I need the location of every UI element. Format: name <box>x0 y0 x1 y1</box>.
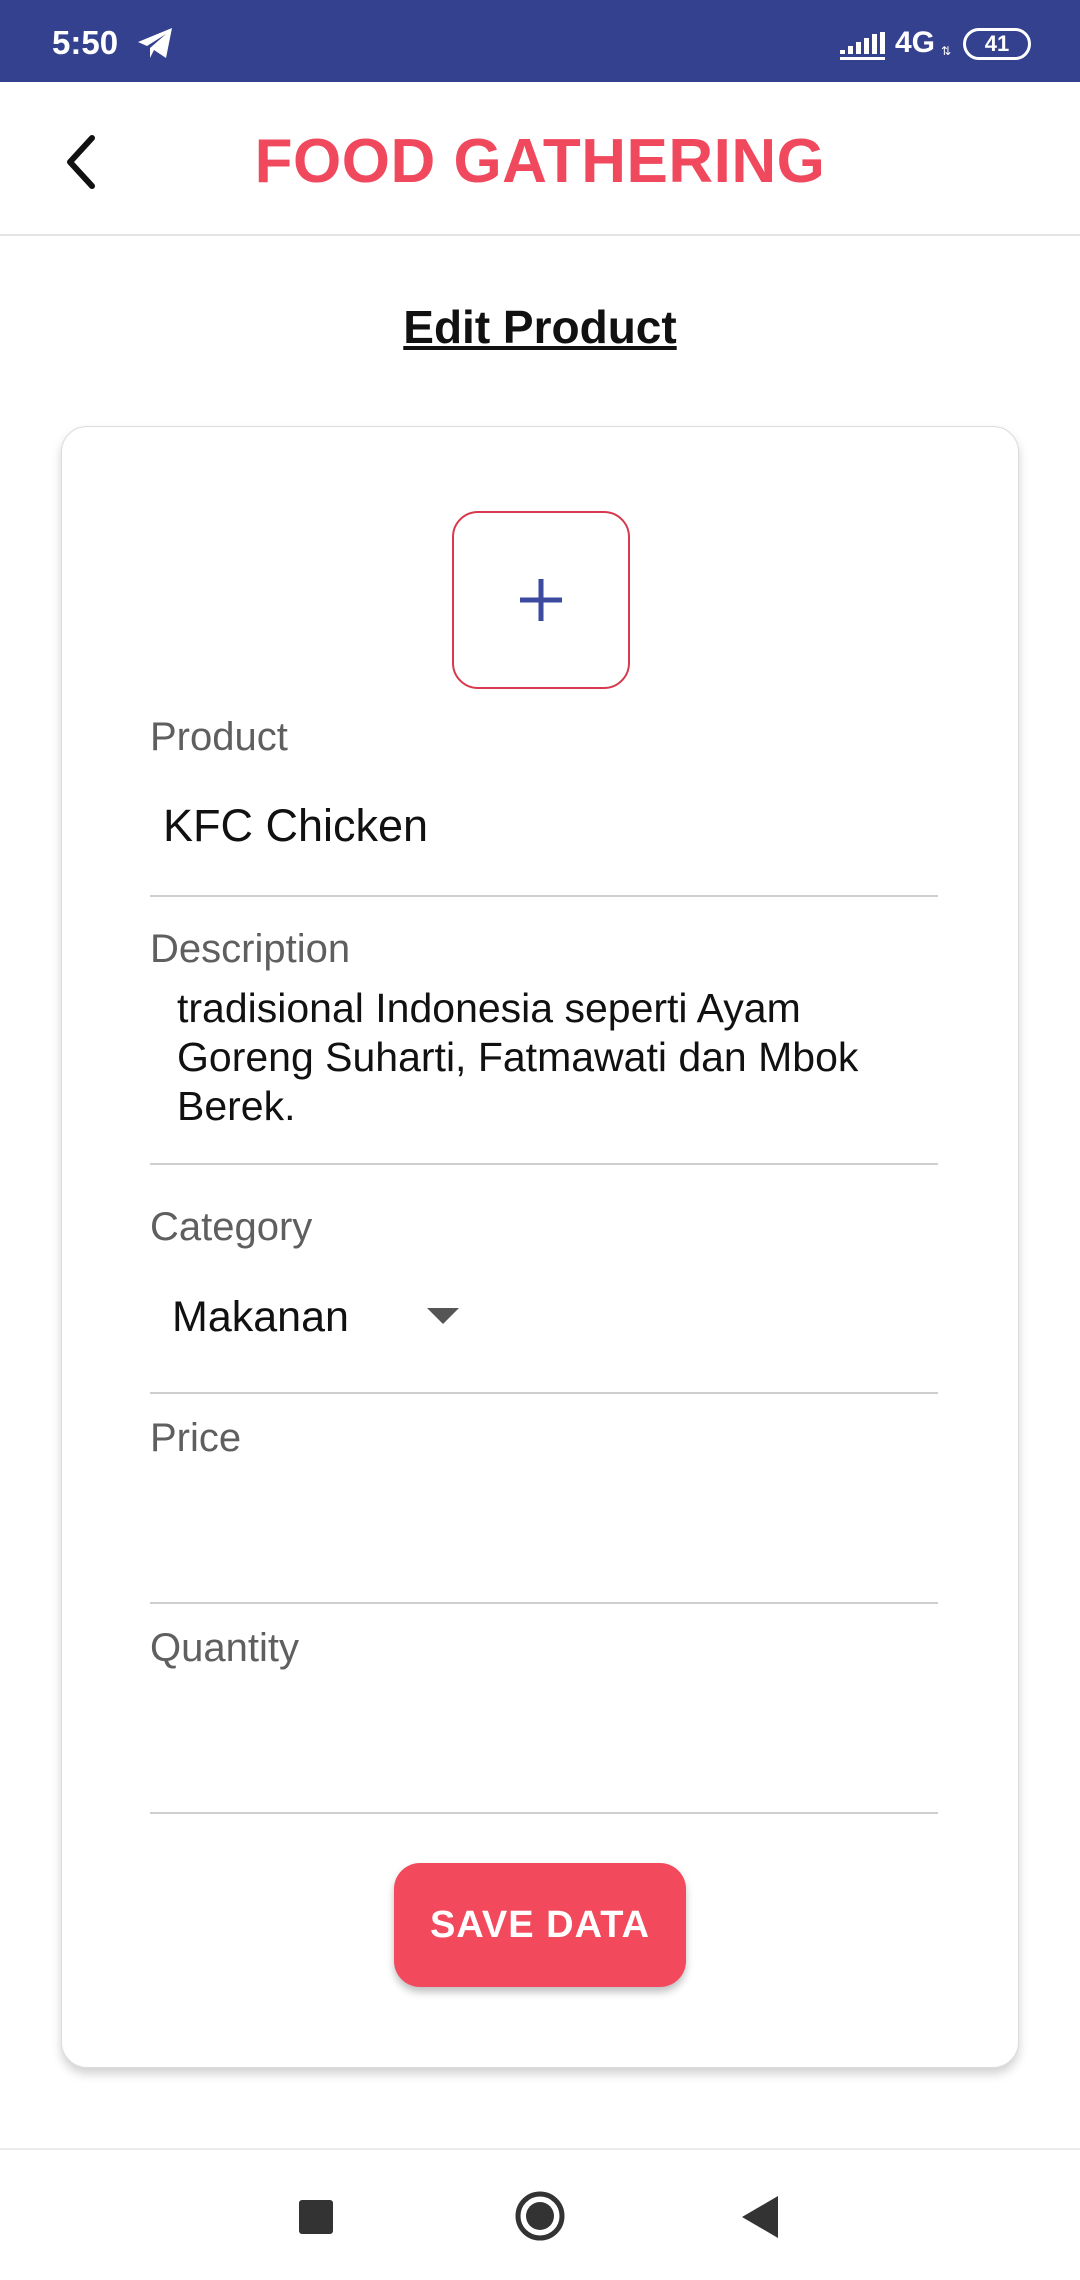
app-title: FOOD GATHERING <box>254 127 826 196</box>
description-input[interactable]: tradisional Indonesia seperti Ayam Goren… <box>177 984 917 1131</box>
status-bar: 5:50 4G ⇅ 41 <box>0 0 1080 82</box>
description-field[interactable]: Description tradisional Indonesia sepert… <box>150 917 938 1165</box>
save-button[interactable]: SAVE DATA <box>394 1863 686 1987</box>
telegram-icon <box>138 28 172 58</box>
home-icon[interactable] <box>514 2190 566 2242</box>
plus-icon <box>520 579 562 621</box>
quantity-label: Quantity <box>150 1626 299 1670</box>
product-input[interactable]: KFC Chicken <box>163 800 428 852</box>
status-time: 5:50 <box>52 24 119 61</box>
page-title: Edit Product <box>403 301 677 353</box>
category-select[interactable]: Makanan <box>172 1293 349 1342</box>
price-field[interactable]: Price <box>150 1414 938 1604</box>
navigation-bar <box>0 2148 1080 2280</box>
network-sub-label: ⇅ <box>941 44 952 58</box>
recents-icon[interactable] <box>299 2200 333 2234</box>
description-label: Description <box>150 927 351 971</box>
battery-icon: 41 <box>963 28 1031 60</box>
form-card: Product KFC Chicken Description tradisio… <box>61 426 1019 2068</box>
image-picker-button[interactable] <box>452 511 630 689</box>
quantity-field[interactable]: Quantity <box>150 1624 938 1814</box>
category-field[interactable]: Category Makanan <box>150 1185 938 1394</box>
product-field[interactable]: Product KFC Chicken <box>150 705 938 897</box>
app-bar: FOOD GATHERING <box>0 82 1080 236</box>
back-icon[interactable] <box>740 2194 780 2240</box>
category-label: Category <box>150 1205 313 1249</box>
chevron-down-icon[interactable] <box>427 1308 459 1326</box>
signal-icon <box>840 32 885 60</box>
network-label: 4G <box>895 26 936 59</box>
price-label: Price <box>150 1416 242 1460</box>
battery-level: 41 <box>984 31 1010 56</box>
product-label: Product <box>150 715 288 759</box>
